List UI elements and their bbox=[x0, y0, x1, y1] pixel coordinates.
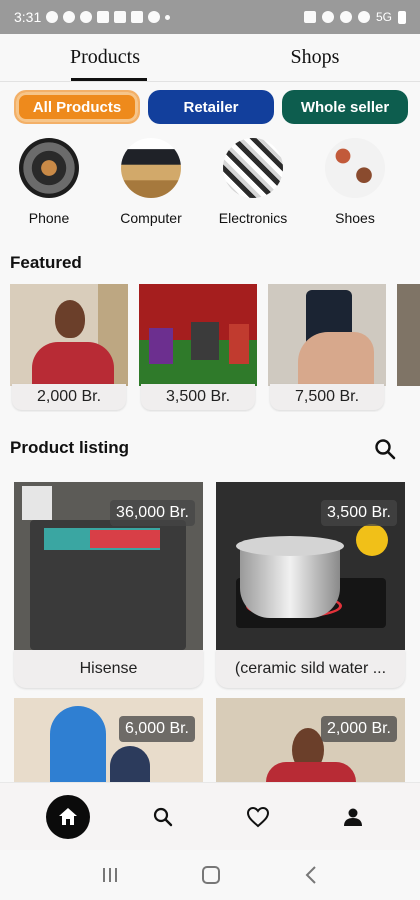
search-icon bbox=[153, 807, 172, 826]
category-image bbox=[121, 138, 181, 198]
featured-image bbox=[397, 284, 420, 386]
category-image bbox=[325, 138, 385, 198]
filter-label: Retailer bbox=[183, 98, 239, 116]
product-image: 36,000 Br. bbox=[14, 482, 203, 650]
top-tabs: Products Shops bbox=[0, 34, 420, 82]
featured-card[interactable]: 2,000 Br. bbox=[10, 284, 128, 412]
category-list: Phone Computer Electronics Shoes B bbox=[14, 138, 420, 230]
mute-icon bbox=[339, 11, 352, 23]
category-label: Computer bbox=[120, 210, 182, 226]
nav-favorites-button[interactable] bbox=[236, 795, 280, 839]
featured-card[interactable]: 3,500 Br. bbox=[139, 284, 257, 412]
status-bar: 3:31 5G bbox=[0, 0, 420, 34]
featured-image bbox=[268, 284, 386, 386]
product-listing-title: Product listing bbox=[10, 438, 129, 457]
filter-whole-seller-button[interactable]: Whole seller bbox=[282, 90, 408, 124]
featured-image bbox=[139, 284, 257, 386]
tab-products[interactable]: Products bbox=[0, 34, 210, 81]
youtube-icon bbox=[114, 11, 127, 23]
network-label: 5G bbox=[375, 10, 392, 24]
search-button[interactable] bbox=[372, 436, 398, 462]
battery-icon bbox=[398, 10, 406, 24]
featured-price: 2,000 Br. bbox=[12, 384, 126, 410]
product-image: 2,000 Br. bbox=[216, 698, 405, 782]
product-price-tag: 6,000 Br. bbox=[118, 716, 195, 742]
category-computer[interactable]: Computer bbox=[116, 138, 186, 230]
bottom-nav bbox=[0, 782, 420, 850]
telegram-icon bbox=[46, 11, 59, 23]
product-card[interactable]: 6,000 Br. bbox=[14, 698, 203, 782]
tab-products-label: Products bbox=[70, 46, 140, 68]
product-price-tag: 36,000 Br. bbox=[110, 500, 195, 526]
filter-all-products-button[interactable]: All Products bbox=[14, 90, 140, 124]
category-label: Shoes bbox=[335, 210, 375, 226]
filter-label: All Products bbox=[32, 98, 122, 116]
status-time: 3:31 bbox=[14, 9, 42, 25]
recent-apps-icon[interactable] bbox=[99, 865, 121, 885]
product-name: Hisense bbox=[14, 650, 203, 688]
tab-shops[interactable]: Shops bbox=[210, 34, 420, 81]
alarm-icon bbox=[321, 11, 334, 23]
back-icon[interactable] bbox=[301, 864, 321, 886]
category-image bbox=[223, 138, 283, 198]
filter-retailer-button[interactable]: Retailer bbox=[148, 90, 274, 124]
tiktok-icon bbox=[131, 11, 144, 23]
tab-shops-label: Shops bbox=[290, 46, 340, 68]
category-label: Electronics bbox=[218, 210, 288, 226]
home-icon bbox=[58, 807, 77, 825]
product-card[interactable]: 3,500 Br. (ceramic sild water ... bbox=[216, 482, 405, 688]
search-icon bbox=[375, 439, 396, 460]
nav-home-button[interactable] bbox=[45, 794, 90, 839]
product-card[interactable]: 2,000 Br. bbox=[216, 698, 405, 782]
notification-dot-icon bbox=[165, 14, 171, 20]
category-shoes[interactable]: Shoes bbox=[320, 138, 390, 230]
category-image bbox=[19, 138, 79, 198]
filter-label: Whole seller bbox=[300, 98, 390, 116]
product-image: 6,000 Br. bbox=[14, 698, 203, 782]
home-nav-icon[interactable] bbox=[200, 864, 222, 886]
nfc-icon bbox=[303, 11, 316, 23]
product-name: (ceramic sild water ... bbox=[216, 650, 405, 688]
featured-title: Featured bbox=[10, 253, 82, 272]
product-card[interactable]: 36,000 Br. Hisense bbox=[14, 482, 203, 688]
whatsapp-icon bbox=[63, 11, 76, 23]
featured-image bbox=[10, 284, 128, 386]
featured-price: 3,500 Br. bbox=[141, 384, 255, 410]
category-label: Phone bbox=[28, 210, 70, 226]
featured-card[interactable] bbox=[397, 284, 420, 412]
tiktok-icon bbox=[97, 11, 110, 23]
featured-card[interactable]: 7,500 Br. bbox=[268, 284, 386, 412]
product-image: 3,500 Br. bbox=[216, 482, 405, 650]
profile-icon bbox=[343, 808, 362, 826]
system-nav-bar bbox=[0, 850, 420, 900]
facebook-icon bbox=[148, 11, 161, 23]
wifi-icon bbox=[357, 11, 370, 23]
product-price-tag: 2,000 Br. bbox=[320, 716, 397, 742]
filter-pills: All Products Retailer Whole seller bbox=[14, 90, 412, 124]
featured-price: 7,500 Br. bbox=[270, 384, 384, 410]
facebook-icon bbox=[80, 11, 93, 23]
nav-profile-button[interactable] bbox=[331, 795, 375, 839]
featured-carousel: 2,000 Br. 3,500 Br. 7,500 Br. bbox=[10, 284, 420, 412]
heart-icon bbox=[246, 806, 269, 827]
category-phone[interactable]: Phone bbox=[14, 138, 84, 230]
product-price-tag: 3,500 Br. bbox=[320, 500, 397, 526]
category-electronics[interactable]: Electronics bbox=[218, 138, 288, 230]
nav-search-button[interactable] bbox=[141, 795, 185, 839]
